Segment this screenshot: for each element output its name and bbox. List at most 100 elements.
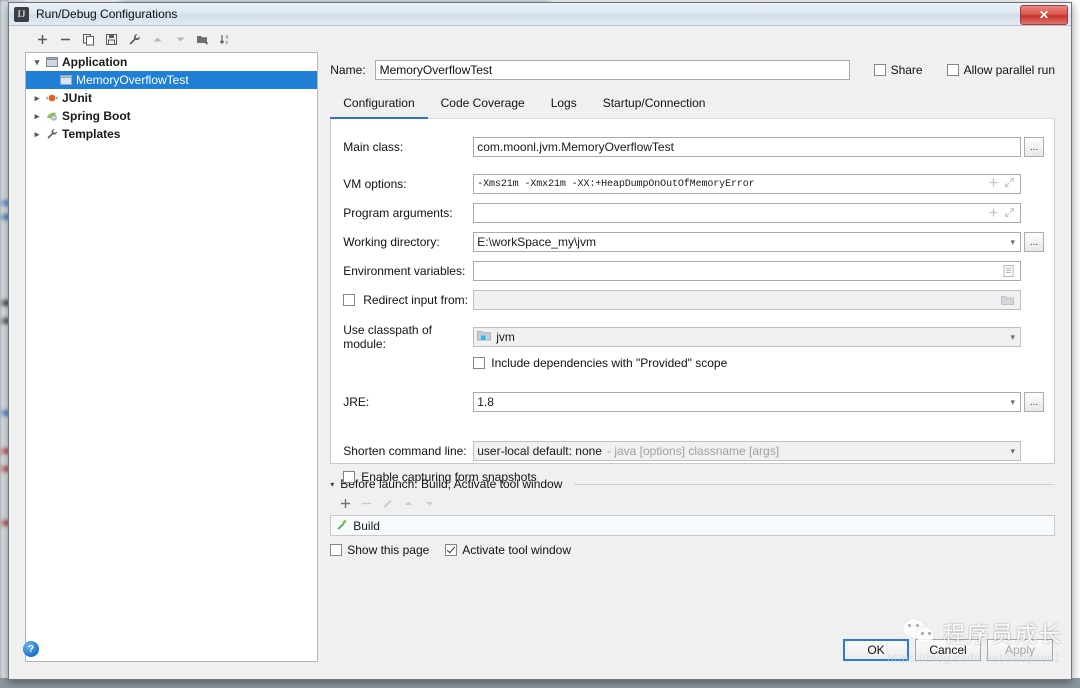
vm-options-row: VM options: -Xms21m -Xmx21m -XX:+HeapDum… [341, 174, 1044, 194]
jre-combo[interactable]: 1.8 ▾ [473, 392, 1021, 412]
help-button[interactable]: ? [23, 641, 39, 657]
move-task-up-button[interactable] [399, 495, 417, 512]
show-this-page-checkbox-box[interactable] [330, 544, 343, 556]
tree-item-application[interactable]: ▾ Application [26, 53, 317, 71]
tree-item-junit[interactable]: ▸ JUnit [26, 89, 317, 107]
expand-icon[interactable] [1004, 177, 1015, 191]
program-arguments-field[interactable] [473, 203, 1021, 223]
chevron-down-icon[interactable]: ▾ [330, 480, 334, 489]
remove-task-button[interactable] [357, 495, 375, 512]
tree-item-label: Spring Boot [62, 109, 131, 123]
redirect-input-checkbox[interactable]: Redirect input from: [341, 293, 473, 307]
shorten-command-line-value: user-local default: none [477, 444, 602, 458]
move-into-folder-button[interactable] [192, 29, 214, 49]
name-row: Name: Share Allow parallel run [330, 58, 1055, 82]
activate-tool-window-checkbox[interactable]: Activate tool window [445, 543, 571, 557]
share-checkbox[interactable]: Share [873, 63, 923, 77]
vm-options-icons [989, 177, 1017, 191]
vm-options-field[interactable]: -Xms21m -Xmx21m -XX:+HeapDumpOnOutOfMemo… [473, 174, 1021, 194]
chevron-down-icon[interactable]: ▾ [1010, 332, 1017, 343]
environment-variables-field[interactable] [473, 261, 1021, 281]
chevron-right-icon[interactable]: ▸ [30, 93, 44, 104]
enable-form-snapshots-label: Enable capturing form snapshots [361, 470, 537, 484]
allow-parallel-run-checkbox[interactable]: Allow parallel run [946, 63, 1055, 77]
shorten-command-line-combo[interactable]: user-local default: none - java [options… [473, 441, 1021, 461]
shorten-command-line-label: Shorten command line: [343, 444, 467, 458]
dialog-footer: ? OK Cancel Apply [9, 633, 1071, 679]
allow-parallel-run-checkbox-box[interactable] [946, 64, 959, 76]
folder-icon[interactable] [1001, 295, 1017, 306]
program-arguments-icons [989, 206, 1017, 220]
intellij-icon: IJ [14, 6, 29, 22]
chevron-down-icon[interactable]: ▾ [30, 57, 44, 68]
include-provided-scope-checkbox[interactable]: Include dependencies with "Provided" sco… [473, 356, 1044, 370]
tree-item-label: Application [62, 55, 128, 69]
name-input[interactable] [374, 60, 850, 80]
copy-configuration-button[interactable] [77, 29, 99, 49]
tree-item-templates[interactable]: ▸ Templates [26, 125, 317, 143]
classpath-module-row: Use classpath of module: jvm ▾ [341, 323, 1044, 351]
tab-logs[interactable]: Logs [538, 91, 590, 119]
cancel-button[interactable]: Cancel [915, 639, 981, 661]
move-up-button[interactable] [146, 29, 168, 49]
edit-task-button[interactable] [378, 495, 396, 512]
dialog-title: Run/Debug Configurations [36, 7, 178, 21]
enable-form-snapshots-checkbox-box[interactable] [343, 471, 356, 483]
chevron-down-icon[interactable]: ▾ [1010, 397, 1017, 408]
chevron-down-icon[interactable]: ▾ [1010, 446, 1017, 457]
plus-icon[interactable] [989, 178, 998, 191]
share-label: Share [890, 63, 923, 77]
chevron-right-icon[interactable]: ▸ [30, 111, 44, 122]
main-class-value: com.moonl.jvm.MemoryOverflowTest [477, 140, 674, 154]
enable-form-snapshots-checkbox[interactable]: Enable capturing form snapshots [343, 470, 1044, 484]
include-provided-scope-checkbox-box[interactable] [473, 357, 486, 369]
junit-icon [44, 92, 59, 104]
main-class-field[interactable]: com.moonl.jvm.MemoryOverflowTest [473, 137, 1021, 157]
main-class-label: Main class: [343, 140, 404, 154]
remove-configuration-button[interactable] [54, 29, 76, 49]
share-checkbox-box[interactable] [873, 64, 886, 76]
configurations-tree[interactable]: ▾ Application MemoryOverflowTest ▸ JUnit… [25, 52, 319, 662]
tab-code-coverage[interactable]: Code Coverage [428, 91, 538, 119]
redirect-input-field[interactable] [473, 290, 1021, 310]
save-configuration-button[interactable] [100, 29, 122, 49]
working-directory-field[interactable]: E:\workSpace_my\jvm ▾ [473, 232, 1021, 252]
activate-tool-window-checkbox-box[interactable] [445, 544, 458, 556]
jre-label: JRE: [343, 395, 370, 409]
spring-icon [44, 110, 59, 122]
include-provided-scope-label: Include dependencies with "Provided" sco… [491, 356, 728, 370]
vm-options-label: VM options: [343, 177, 407, 191]
close-button[interactable]: ✕ [1020, 5, 1068, 25]
main-class-browse-button[interactable]: ... [1024, 137, 1044, 157]
redirect-input-checkbox-box[interactable] [343, 294, 356, 306]
application-icon [44, 56, 59, 68]
tab-startup-connection[interactable]: Startup/Connection [590, 91, 719, 119]
move-task-down-button[interactable] [420, 495, 438, 512]
plus-icon[interactable] [989, 206, 998, 220]
list-icon[interactable] [1003, 265, 1017, 277]
tab-configuration[interactable]: Configuration [330, 91, 428, 119]
tree-item-label: Templates [62, 127, 121, 141]
jre-row: JRE: 1.8 ▾ ... [341, 392, 1044, 412]
expand-icon[interactable] [1004, 206, 1015, 220]
classpath-module-combo[interactable]: jvm ▾ [473, 327, 1021, 347]
add-task-button[interactable] [336, 495, 354, 512]
tree-item-memoryoverflowtest[interactable]: MemoryOverflowTest [26, 71, 318, 89]
apply-button[interactable]: Apply [987, 639, 1053, 661]
hammer-icon [336, 518, 348, 533]
add-configuration-button[interactable] [31, 29, 53, 49]
editor-tabs: Configuration Code Coverage Logs Startup… [330, 91, 1055, 119]
chevron-right-icon[interactable]: ▸ [30, 129, 44, 140]
move-down-button[interactable] [169, 29, 191, 49]
before-launch-task-list[interactable]: Build [330, 515, 1055, 536]
chevron-down-icon[interactable]: ▾ [1010, 237, 1017, 248]
sort-alphabetically-button[interactable]: az [215, 29, 237, 49]
wrench-icon[interactable] [123, 29, 145, 49]
environment-variables-label: Environment variables: [343, 264, 466, 278]
jre-browse-button[interactable]: ... [1024, 392, 1044, 412]
show-this-page-checkbox[interactable]: Show this page [330, 543, 429, 557]
ok-button[interactable]: OK [843, 639, 909, 661]
tree-item-spring-boot[interactable]: ▸ Spring Boot [26, 107, 317, 125]
svg-text:z: z [226, 40, 229, 46]
working-directory-browse-button[interactable]: ... [1024, 232, 1044, 252]
